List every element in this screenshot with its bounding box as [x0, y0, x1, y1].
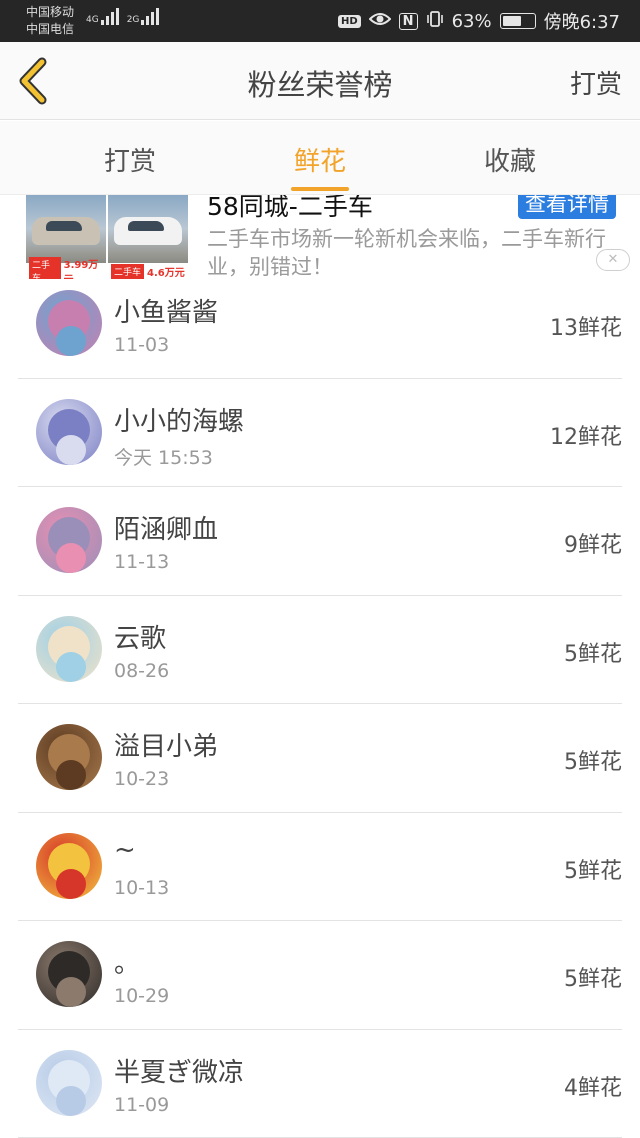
- ad-close-button[interactable]: ✕: [596, 249, 630, 271]
- ad-image-1: 二手车 3.99万元: [26, 195, 106, 279]
- fan-name: 半夏ぎ微凉: [114, 1057, 245, 1088]
- carrier-1: 中国移动: [26, 5, 75, 19]
- list-item[interactable]: 小小的海螺 今天 15:53 12鲜花: [18, 379, 622, 487]
- carrier-labels: 中国移动 中国电信: [26, 4, 74, 38]
- carrier-2: 中国电信: [26, 22, 75, 36]
- active-tab-indicator: [291, 187, 349, 191]
- vibrate-icon: [426, 10, 444, 32]
- avatar: [36, 724, 102, 790]
- fan-name: 云歌: [114, 623, 167, 654]
- flower-count: 5鲜花: [564, 967, 622, 992]
- network-type-1: 4G: [86, 15, 99, 25]
- list-item[interactable]: 云歌 08-26 5鲜花: [18, 596, 622, 704]
- fan-date: 今天 15:53: [114, 446, 213, 469]
- close-icon: ✕: [607, 252, 619, 267]
- fan-name: 。: [114, 949, 141, 979]
- flower-count: 4鲜花: [564, 1075, 622, 1101]
- avatar: [36, 941, 102, 1007]
- avatar: [36, 832, 102, 899]
- avatar: [36, 290, 102, 356]
- fan-list: 小鱼酱酱 11-03 13鲜花 小小的海螺 今天 15:53 12鲜花 陌涵卿血…: [18, 270, 622, 1138]
- signal-bars-icon: [100, 8, 119, 25]
- avatar: [36, 615, 102, 682]
- list-item[interactable]: 陌涵卿血 11-13 9鲜花: [18, 487, 622, 596]
- fan-date: 10-23: [114, 768, 170, 790]
- fan-date: 10-29: [114, 985, 170, 1007]
- hd-icon: HD: [338, 14, 361, 28]
- fan-name: 溢目小弟: [114, 732, 219, 762]
- flower-count: 12鲜花: [550, 424, 622, 450]
- status-icons: HD N 63% 傍晚6:37: [338, 0, 620, 42]
- tab-favorites[interactable]: 收藏: [450, 141, 570, 178]
- list-item[interactable]: ~ 10-13 5鲜花: [18, 813, 622, 921]
- clock: 傍晚6:37: [543, 12, 620, 33]
- reward-button[interactable]: 打赏: [570, 64, 622, 101]
- fan-date: 10-13: [114, 876, 170, 899]
- title-bar: 粉丝荣誉榜 打赏: [0, 42, 640, 120]
- ad-image-2: 二手车 4.6万元: [108, 195, 188, 279]
- nfc-icon: N: [398, 12, 418, 30]
- car-image: [32, 217, 100, 245]
- battery-percent: 63%: [451, 10, 492, 32]
- tab-reward[interactable]: 打赏: [70, 141, 190, 178]
- fan-date: 08-26: [114, 659, 170, 682]
- network-type-2: 2G: [126, 15, 140, 25]
- tab-bar: 打赏 鲜花 收藏: [0, 121, 640, 195]
- list-item[interactable]: 半夏ぎ微凉 11-09 4鲜花: [18, 1030, 622, 1138]
- ad-title: 58同城-二手车: [207, 195, 373, 221]
- fan-name: 小鱼酱酱: [114, 298, 219, 328]
- status-bar: 中国移动 中国电信 4G 2G HD N 63% 傍晚6:37: [0, 0, 640, 42]
- fan-name: ~: [114, 834, 136, 865]
- tab-flowers[interactable]: 鲜花: [260, 141, 380, 178]
- list-item[interactable]: 。 10-29 5鲜花: [18, 921, 622, 1030]
- battery-level: [502, 16, 521, 26]
- fan-name: 小小的海螺: [114, 406, 245, 437]
- page-title: 粉丝荣誉榜: [247, 68, 393, 102]
- signal-indicators: 4G 2G: [86, 8, 167, 25]
- list-item[interactable]: 溢目小弟 10-23 5鲜花: [18, 704, 622, 813]
- list-item[interactable]: 小鱼酱酱 11-03 13鲜花: [18, 270, 622, 379]
- flower-count: 5鲜花: [564, 750, 622, 775]
- car-image: [114, 217, 182, 245]
- signal-bars-icon: [141, 8, 160, 25]
- flower-count: 5鲜花: [564, 858, 622, 884]
- avatar: [36, 1049, 102, 1116]
- flower-count: 13鲜花: [550, 316, 622, 341]
- flower-count: 9鲜花: [564, 533, 622, 558]
- fan-date: 11-13: [114, 551, 170, 573]
- fan-date: 11-09: [114, 1093, 170, 1116]
- avatar: [36, 398, 102, 465]
- avatar: [36, 507, 102, 573]
- fan-name: 陌涵卿血: [114, 515, 219, 545]
- flower-count: 5鲜花: [564, 641, 622, 667]
- fan-date: 11-03: [114, 334, 170, 356]
- battery-icon: [499, 13, 536, 29]
- ad-details-button[interactable]: 查看详情: [518, 195, 616, 219]
- eye-icon: [368, 11, 392, 32]
